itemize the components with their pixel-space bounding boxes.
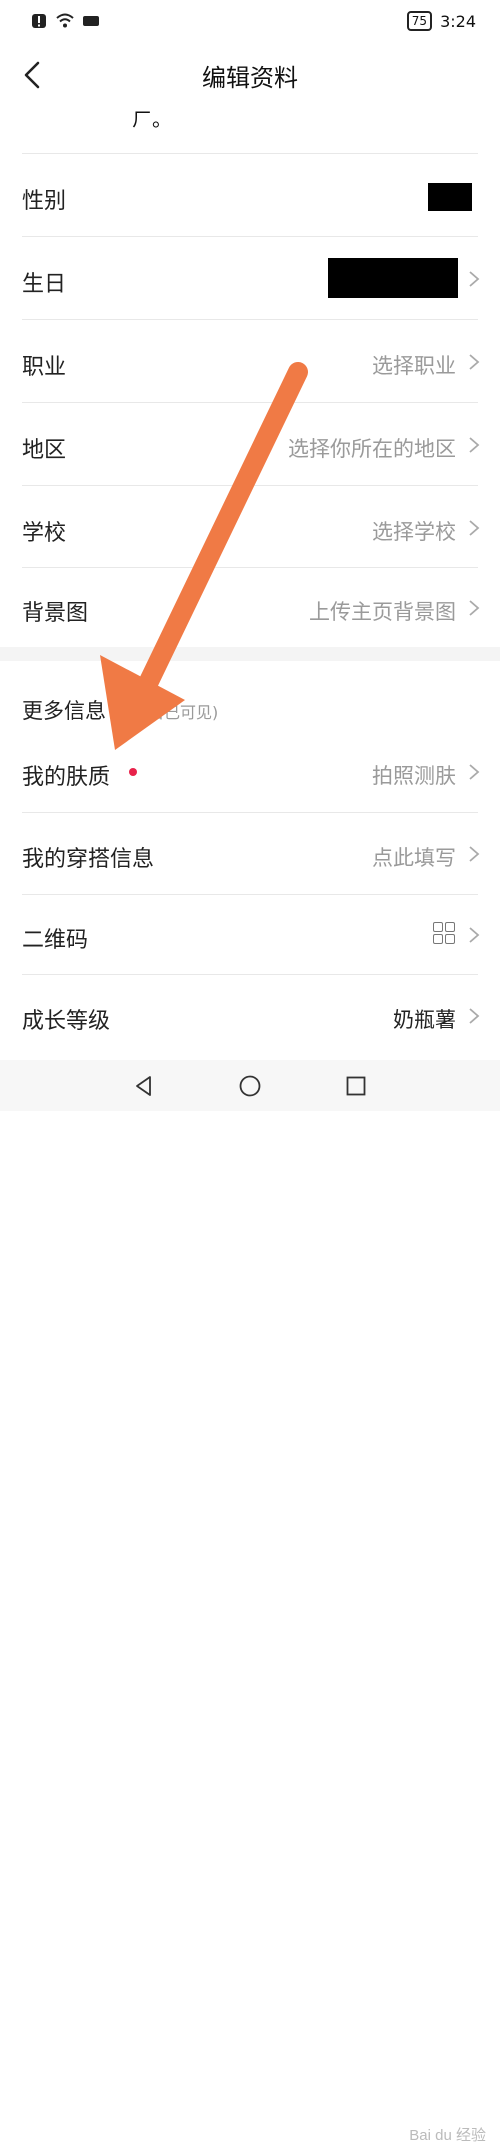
divider xyxy=(22,319,478,320)
partial-text: ㄏ。 xyxy=(132,107,172,131)
chevron-right-icon xyxy=(469,764,480,780)
row-label: 我的肤质 xyxy=(22,765,111,790)
row-value: 上传主页背景图 xyxy=(309,600,456,624)
chevron-right-icon xyxy=(469,600,480,616)
status-icons-left xyxy=(30,12,100,30)
row-label: 性别 xyxy=(22,189,67,214)
system-nav-bar: Bai du 经验 xyxy=(0,1060,500,2144)
nav-back-icon[interactable] xyxy=(132,1074,156,1098)
chevron-right-icon xyxy=(469,1008,480,1024)
redacted-value xyxy=(428,183,472,211)
row-value: 拍照测肤 xyxy=(372,764,456,788)
section-separator xyxy=(0,647,500,661)
red-dot-badge xyxy=(129,768,137,776)
row-value: 选择职业 xyxy=(372,354,456,378)
alert-icon xyxy=(32,14,46,28)
battery-icon: 75 xyxy=(406,11,433,31)
row-school[interactable]: 学校 选择学校 xyxy=(0,487,500,569)
chevron-right-icon xyxy=(469,271,480,287)
page-title: 编辑资料 xyxy=(202,64,298,92)
section-title: 更多信息 xyxy=(22,699,106,723)
status-icons-right: 75 3:24 xyxy=(406,11,476,31)
row-label: 我的穿搭信息 xyxy=(22,847,155,872)
row-region[interactable]: 地区 选择你所在的地区 xyxy=(0,404,500,486)
row-label: 职业 xyxy=(22,355,67,380)
divider xyxy=(22,153,478,154)
header: 编辑资料 xyxy=(0,44,500,106)
nav-home-icon[interactable] xyxy=(238,1074,262,1098)
row-value: 选择你所在的地区 xyxy=(288,437,456,461)
wifi-icon xyxy=(56,13,74,28)
row-label: 生日 xyxy=(22,272,67,297)
redacted-value xyxy=(328,258,458,298)
row-outfit-info[interactable]: 我的穿搭信息 点此填写 xyxy=(0,813,500,895)
chevron-right-icon xyxy=(469,520,480,536)
row-birthday[interactable]: 生日 xyxy=(0,238,500,320)
qr-grid-icon xyxy=(433,922,455,944)
divider xyxy=(22,236,478,237)
row-label: 二维码 xyxy=(22,928,89,953)
row-skin-type[interactable]: 我的肤质 拍照测肤 xyxy=(0,731,500,813)
row-qr-code[interactable]: 二维码 xyxy=(0,894,500,976)
divider xyxy=(22,402,478,403)
row-label: 背景图 xyxy=(22,601,89,626)
watermark: Bai du 经验 xyxy=(409,2127,486,2144)
divider xyxy=(22,485,478,486)
status-bar: 75 3:24 xyxy=(0,0,500,44)
row-label: 学校 xyxy=(22,521,67,546)
row-value: 奶瓶薯 xyxy=(393,1008,456,1032)
row-label: 地区 xyxy=(22,438,67,463)
hd-icon xyxy=(83,16,99,26)
row-value: 点此填写 xyxy=(372,846,456,870)
row-occupation[interactable]: 职业 选择职业 xyxy=(0,321,500,403)
row-gender[interactable]: 性别 xyxy=(0,155,500,237)
row-label: 成长等级 xyxy=(22,1009,111,1034)
chevron-right-icon xyxy=(469,354,480,370)
chevron-right-icon xyxy=(469,846,480,862)
section-note: 自己可见) xyxy=(148,703,219,722)
chevron-right-icon xyxy=(469,927,480,943)
chevron-right-icon xyxy=(469,437,480,453)
nav-recent-icon[interactable] xyxy=(344,1074,368,1098)
row-value: 选择学校 xyxy=(372,520,456,544)
row-growth-level[interactable]: 成长等级 奶瓶薯 xyxy=(0,975,500,1057)
status-time: 3:24 xyxy=(440,11,476,31)
row-background-image[interactable]: 背景图 上传主页背景图 xyxy=(0,567,500,649)
